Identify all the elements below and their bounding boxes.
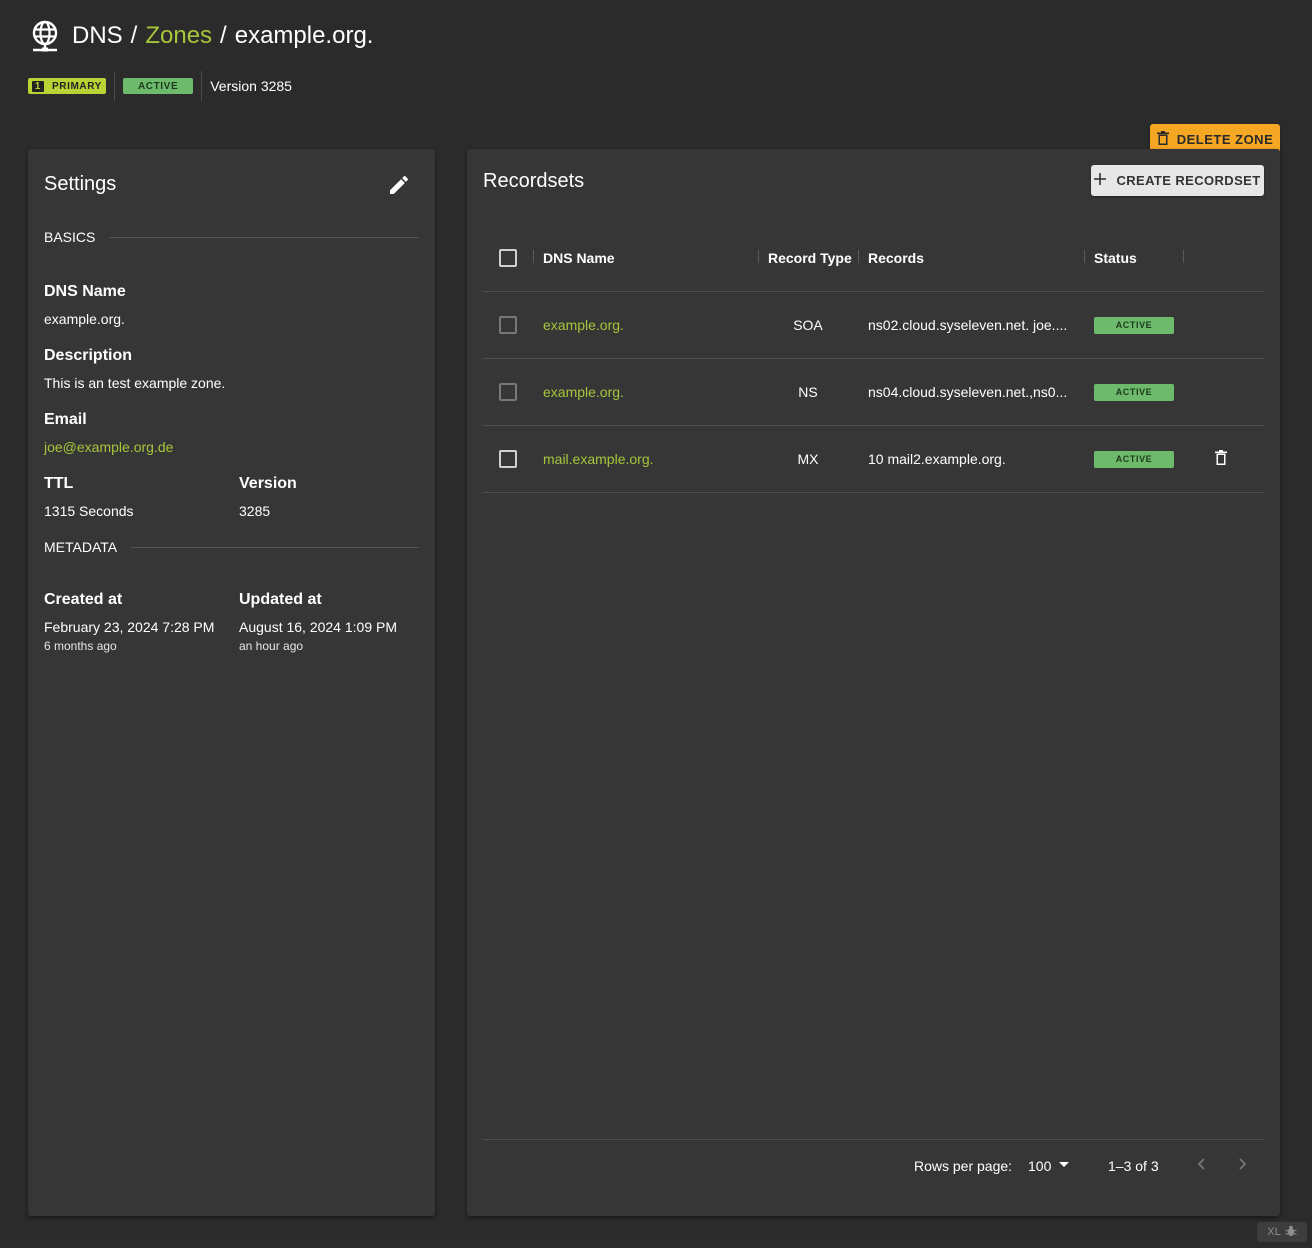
rows-per-page-value: 100 [1028,1157,1052,1174]
status-badge: ACTIVE [1094,316,1174,334]
recordset-records: ns04.cloud.syseleven.net.,ns0... [868,384,1068,400]
recordset-records: ns02.cloud.syseleven.net. joe.... [868,317,1068,333]
rows-per-page-select[interactable]: 100 [1028,1140,1071,1191]
page-header: DNS / Zones / example.org. 1 PRIMARY ACT… [28,18,1280,154]
create-recordset-button[interactable]: CREATE RECORDSET [1091,165,1264,196]
ttl-value: 1315 Seconds [44,503,134,519]
divider [131,546,419,548]
updated-at-value: August 16, 2024 1:09 PM [239,619,397,635]
primary-badge: 1 PRIMARY [28,78,106,94]
delete-recordset-button[interactable] [1215,426,1227,492]
zone-meta-row: 1 PRIMARY ACTIVE Version 3285 DELETE ZON… [28,71,1280,154]
breadcrumb-separator: / [220,22,227,49]
column-separator [858,250,859,263]
column-header-record-type[interactable]: Record Type [768,225,852,291]
breadcrumb-zones-link[interactable]: Zones [145,22,212,50]
updated-at-relative: an hour ago [239,639,304,653]
recordsets-panel: Recordsets CREATE RECORDSET DNS Name Rec… [467,149,1280,1216]
description-value: This is an test example zone. [44,375,226,391]
dns-name-label: DNS Name [44,283,126,300]
zone-version-text: Version 3285 [210,78,292,94]
primary-badge-label: PRIMARY [52,80,102,92]
column-header-records[interactable]: Records [868,225,924,291]
create-recordset-label: CREATE RECORDSET [1116,173,1261,188]
created-at-value: February 23, 2024 7:28 PM [44,619,215,635]
basics-section-header: BASICS [44,229,419,245]
created-at-label: Created at [44,591,123,608]
description-label: Description [44,347,133,364]
globe-network-icon [28,19,62,53]
chevron-left-icon [1195,1157,1209,1174]
column-separator [758,250,759,263]
breadcrumb-separator: / [130,22,138,49]
row-checkbox[interactable] [499,450,517,468]
table-row[interactable]: mail.example.org. MX 10 mail2.example.or… [483,426,1264,493]
column-separator [1183,250,1184,263]
settings-panel: Settings BASICS DNS Name example.org. De… [28,149,435,1216]
pagination-range: 1–3 of 3 [1108,1157,1159,1174]
column-header-dns-name[interactable]: DNS Name [543,225,615,291]
previous-page-button[interactable] [1195,1140,1209,1191]
row-checkbox[interactable] [499,383,517,401]
select-all-checkbox[interactable] [499,249,517,267]
recordsets-table: DNS Name Record Type Records Status exam… [483,225,1264,493]
recordset-dns-name-link[interactable]: example.org. [543,292,624,358]
divider [113,71,115,101]
primary-number: 1 [32,80,44,92]
bug-icon [1285,1225,1297,1240]
chevron-right-icon [1235,1157,1249,1174]
breadcrumb: DNS / Zones / example.org. [28,18,1280,54]
updated-at-label: Updated at [239,591,322,608]
divider [109,236,419,238]
recordset-type: SOA [793,317,823,333]
recordset-dns-name-link[interactable]: mail.example.org. [543,426,654,492]
next-page-button[interactable] [1235,1140,1249,1191]
table-row[interactable]: example.org. SOA ns02.cloud.syseleven.ne… [483,292,1264,359]
trash-icon [1215,450,1227,468]
status-badge: ACTIVE [1094,383,1174,401]
recordset-type: MX [797,451,819,467]
arrow-drop-down-icon [1057,1157,1071,1174]
recordsets-title: Recordsets [483,170,585,192]
column-separator [533,250,534,263]
column-separator [1084,250,1085,263]
table-pagination: Rows per page: 100 1–3 of 3 [483,1139,1264,1191]
breakpoint-label: XL [1267,1226,1281,1238]
breadcrumb-dns: DNS [72,22,123,49]
metadata-section-header: METADATA [44,539,419,555]
plus-icon [1094,173,1107,188]
table-row[interactable]: example.org. NS ns04.cloud.syseleven.net… [483,359,1264,426]
recordset-dns-name-link[interactable]: example.org. [543,359,624,425]
table-header: DNS Name Record Type Records Status [483,225,1264,292]
settings-title: Settings [44,173,117,195]
email-label: Email [44,411,87,428]
basics-label: BASICS [44,229,96,245]
delete-zone-label: DELETE ZONE [1176,131,1274,147]
row-checkbox[interactable] [499,316,517,334]
email-link[interactable]: joe@example.org.de [44,439,173,455]
recordset-type: NS [798,384,818,400]
ttl-label: TTL [44,475,74,492]
divider [201,71,203,101]
trash-icon [1156,130,1169,148]
recordset-records: 10 mail2.example.org. [868,451,1006,467]
zone-status-badge: ACTIVE [122,78,194,94]
created-at-relative: 6 months ago [44,639,117,653]
metadata-label: METADATA [44,539,118,555]
rows-per-page-label: Rows per page: [914,1157,1013,1174]
debug-breakpoint-badge[interactable]: XL [1257,1222,1307,1242]
status-badge: ACTIVE [1094,450,1174,468]
version-label: Version [239,475,297,492]
version-value: 3285 [239,503,271,519]
pencil-icon[interactable] [387,173,411,197]
column-header-status[interactable]: Status [1094,225,1137,291]
dns-name-value: example.org. [44,311,125,327]
breadcrumb-current-zone: example.org. [234,22,374,49]
